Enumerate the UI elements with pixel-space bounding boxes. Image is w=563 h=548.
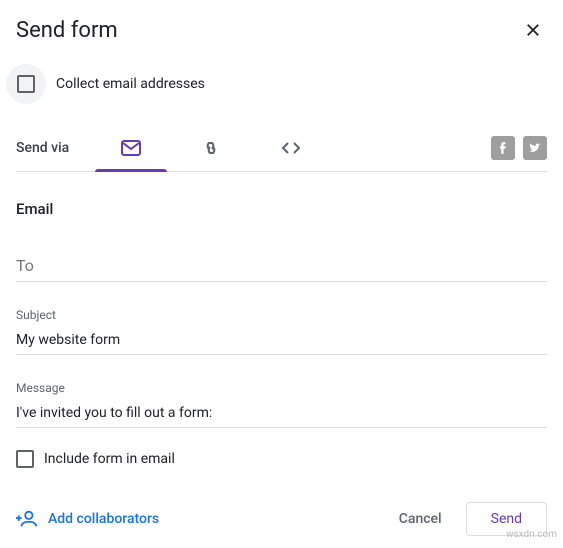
message-field: Message [16,381,547,428]
share-facebook-button[interactable] [491,136,515,160]
twitter-icon [528,141,542,155]
subject-input[interactable] [16,324,547,355]
social-share [491,136,547,160]
tab-email[interactable] [91,124,171,172]
collect-email-checkbox[interactable] [6,64,46,104]
tab-link[interactable] [171,124,251,172]
add-people-icon [16,508,38,530]
include-form-checkbox[interactable] [16,450,34,468]
embed-icon [279,136,303,160]
checkbox-icon [17,75,35,93]
cancel-button[interactable]: Cancel [385,503,456,535]
dialog-title: Send form [16,18,118,43]
send-via-row: Send via [16,124,547,172]
subject-field: Subject [16,308,547,355]
collect-email-label: Collect email addresses [56,76,205,92]
include-form-row: Include form in email [16,450,547,468]
share-twitter-button[interactable] [523,136,547,160]
close-icon [524,21,542,39]
to-field [16,248,547,282]
include-form-label: Include form in email [44,451,175,467]
message-input[interactable] [16,397,547,428]
send-via-label: Send via [16,140,69,156]
facebook-icon [496,141,510,155]
watermark: wsxdn.com [506,529,557,540]
add-collaborators-label: Add collaborators [48,511,159,527]
tab-embed[interactable] [251,124,331,172]
close-button[interactable] [519,16,547,44]
email-section-title: Email [16,200,547,218]
add-collaborators-button[interactable]: Add collaborators [16,508,159,530]
send-form-dialog: Send form Collect email addresses Send v… [0,0,563,548]
message-label: Message [16,381,547,395]
collect-email-row: Collect email addresses [16,64,547,104]
mail-icon [119,136,143,160]
to-input[interactable] [16,248,547,282]
link-icon [199,136,223,160]
subject-label: Subject [16,308,547,322]
footer-row: Add collaborators Cancel Send [16,502,547,536]
title-row: Send form [16,16,547,44]
